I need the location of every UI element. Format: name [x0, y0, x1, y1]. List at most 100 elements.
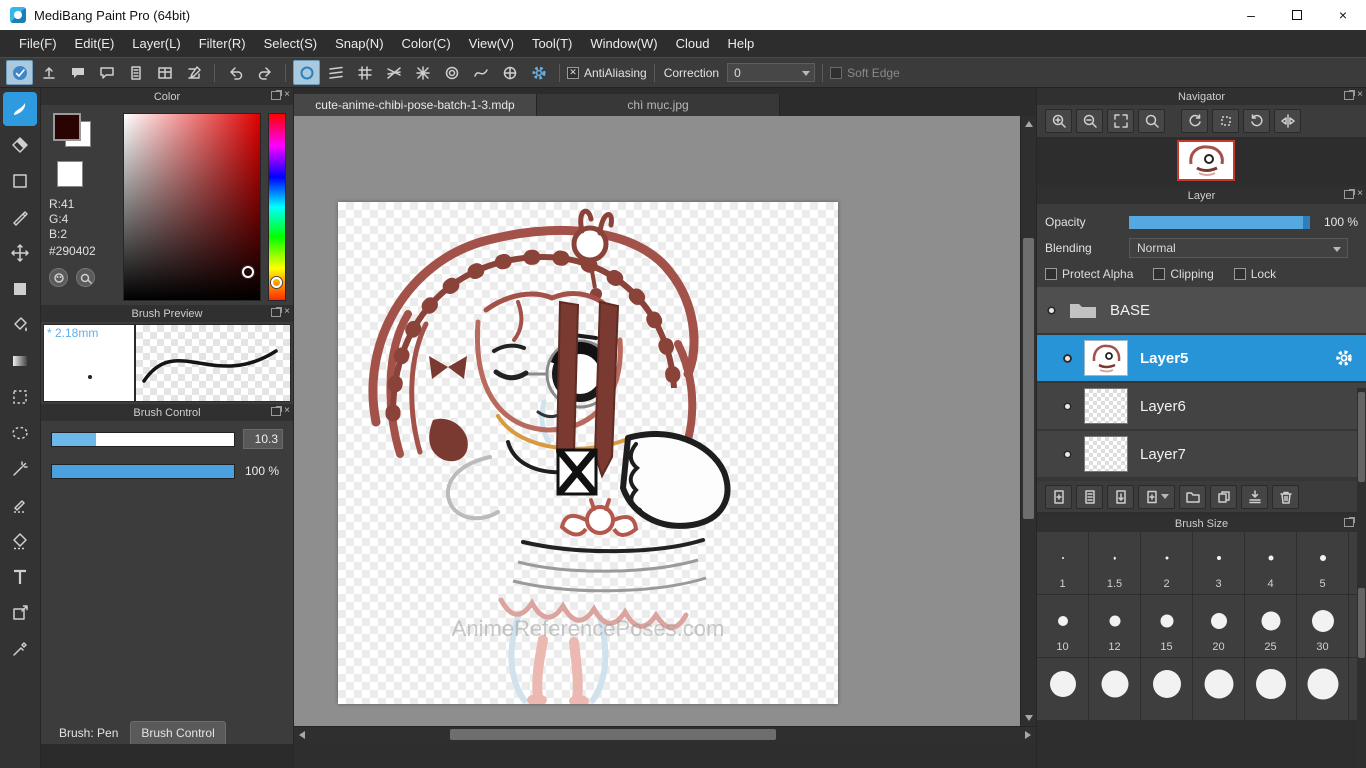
brush-size-slider[interactable]	[51, 432, 235, 447]
select-mode-icon[interactable]	[6, 60, 33, 85]
rotate-cw-icon[interactable]	[1243, 109, 1270, 133]
menu-color[interactable]: Color(C)	[393, 32, 460, 55]
lasso-tool[interactable]	[3, 416, 37, 450]
brush-size-value[interactable]: 10.3	[243, 429, 283, 449]
document-icon[interactable]	[122, 60, 149, 85]
canvas-horizontal-scrollbar[interactable]	[294, 726, 1036, 742]
protect-alpha-toggle[interactable]: Protect Alpha	[1045, 267, 1133, 281]
upload-icon[interactable]	[35, 60, 62, 85]
brush-size-popout-icon[interactable]	[1344, 518, 1354, 527]
eyedropper-tool[interactable]	[3, 632, 37, 666]
color-gradient-picker[interactable]	[123, 113, 261, 301]
navigator-popout-icon[interactable]	[1344, 91, 1354, 100]
snap-radial-icon[interactable]	[496, 60, 523, 85]
visibility-icon[interactable]	[1063, 354, 1072, 363]
flip-horizontal-icon[interactable]	[1274, 109, 1301, 133]
reset-view-icon[interactable]	[1212, 109, 1239, 133]
canvas-viewport[interactable]: AnimeReferencePoses.com	[294, 116, 1036, 726]
delete-layer-icon[interactable]	[1272, 485, 1299, 509]
brush-size-option[interactable]: 25	[1245, 595, 1296, 657]
visibility-icon[interactable]	[1047, 306, 1056, 315]
tab-brush-pen[interactable]: Brush: Pen	[49, 722, 128, 744]
canvas-vertical-scrollbar[interactable]	[1020, 116, 1036, 726]
scroll-right-icon[interactable]	[1025, 731, 1031, 739]
brush-size-option[interactable]	[1193, 658, 1244, 720]
zoom-in-icon[interactable]	[1045, 109, 1072, 133]
navigator-close-icon[interactable]: ×	[1357, 90, 1363, 100]
select-rect-tool[interactable]	[3, 380, 37, 414]
brush-size-option[interactable]: 4	[1245, 532, 1296, 594]
brush-control-popout-icon[interactable]	[271, 407, 281, 416]
menu-cloud[interactable]: Cloud	[667, 32, 719, 55]
snap-vanishing-icon[interactable]	[380, 60, 407, 85]
fill-rect-tool[interactable]	[3, 272, 37, 306]
scroll-left-icon[interactable]	[299, 731, 305, 739]
tab-brush-control[interactable]: Brush Control	[130, 721, 225, 744]
menu-file[interactable]: File(F)	[10, 32, 66, 55]
correction-dropdown[interactable]: 0	[727, 63, 815, 82]
comment-outline-icon[interactable]	[93, 60, 120, 85]
merge-down-icon[interactable]	[1241, 485, 1268, 509]
protect-alpha-checkbox[interactable]	[1045, 268, 1057, 280]
brush-preview-close-icon[interactable]: ×	[284, 307, 290, 317]
select-pen-tool[interactable]	[3, 488, 37, 522]
brush-size-option[interactable]: 1.5	[1089, 532, 1140, 594]
doc-tab-1[interactable]: cute-anime-chibi-pose-batch-1-3.mdp	[294, 94, 537, 116]
snap-concentric-icon[interactable]	[438, 60, 465, 85]
menu-view[interactable]: View(V)	[460, 32, 523, 55]
palette-icon[interactable]	[49, 268, 68, 287]
clipping-toggle[interactable]: Clipping	[1153, 267, 1213, 281]
horizontal-scroll-thumb[interactable]	[450, 729, 776, 740]
layer-close-icon[interactable]: ×	[1357, 189, 1363, 199]
pencil-tool[interactable]	[3, 200, 37, 234]
brush-size-option[interactable]	[1141, 658, 1192, 720]
brush-size-option[interactable]	[1037, 658, 1088, 720]
menu-snap[interactable]: Snap(N)	[326, 32, 392, 55]
add-layer-menu-icon[interactable]	[1138, 485, 1175, 509]
undo-icon[interactable]	[222, 60, 249, 85]
redo-icon[interactable]	[251, 60, 278, 85]
brush-preview-popout-icon[interactable]	[271, 308, 281, 317]
scroll-up-icon[interactable]	[1025, 121, 1033, 127]
antialiasing-checkbox[interactable]: ✕	[567, 67, 579, 79]
brush-size-option[interactable]: 30	[1297, 595, 1348, 657]
zoom-out-icon[interactable]	[1076, 109, 1103, 133]
palette-add-icon[interactable]	[76, 268, 95, 287]
snap-off-icon[interactable]	[293, 60, 320, 85]
new-folder-icon[interactable]	[1179, 485, 1206, 509]
maximize-button[interactable]	[1274, 0, 1320, 30]
antialiasing-toggle[interactable]: ✕ AntiAliasing	[567, 66, 647, 80]
menu-tool[interactable]: Tool(T)	[523, 32, 581, 55]
select-eraser-tool[interactable]	[3, 524, 37, 558]
snap-settings-gear-icon[interactable]	[525, 60, 552, 85]
brush-opacity-slider[interactable]	[51, 464, 235, 479]
layer-opacity-slider[interactable]	[1129, 216, 1310, 229]
visibility-icon[interactable]	[1063, 402, 1072, 411]
layer-settings-gear-icon[interactable]	[1334, 348, 1354, 368]
layer-row-layer6[interactable]: Layer6	[1037, 383, 1366, 429]
magic-wand-tool[interactable]	[3, 452, 37, 486]
snap-cross-icon[interactable]	[409, 60, 436, 85]
minimize-button[interactable]: –	[1228, 0, 1274, 30]
soft-edge-checkbox[interactable]	[830, 67, 842, 79]
brush-size-option[interactable]: 12	[1089, 595, 1140, 657]
snap-curve-icon[interactable]	[467, 60, 494, 85]
actual-size-icon[interactable]	[1138, 109, 1165, 133]
duplicate-icon[interactable]	[1210, 485, 1237, 509]
layer-row-layer5[interactable]: Layer5	[1037, 335, 1366, 381]
brush-size-option[interactable]: 15	[1141, 595, 1192, 657]
color-popout-icon[interactable]	[271, 91, 281, 100]
snap-grid-icon[interactable]	[351, 60, 378, 85]
brush-tool[interactable]	[3, 92, 37, 126]
transform-tool[interactable]	[3, 596, 37, 630]
move-tool[interactable]	[3, 236, 37, 270]
layout-grid-icon[interactable]	[151, 60, 178, 85]
navigator-thumbnail[interactable]	[1177, 140, 1235, 181]
menu-layer[interactable]: Layer(L)	[123, 32, 189, 55]
brush-size-option[interactable]: 3	[1193, 532, 1244, 594]
lock-toggle[interactable]: Lock	[1234, 267, 1276, 281]
comment-icon[interactable]	[64, 60, 91, 85]
soft-edge-toggle[interactable]: Soft Edge	[830, 66, 900, 80]
brush-size-option[interactable]	[1297, 658, 1348, 720]
brush-size-option[interactable]: 20	[1193, 595, 1244, 657]
